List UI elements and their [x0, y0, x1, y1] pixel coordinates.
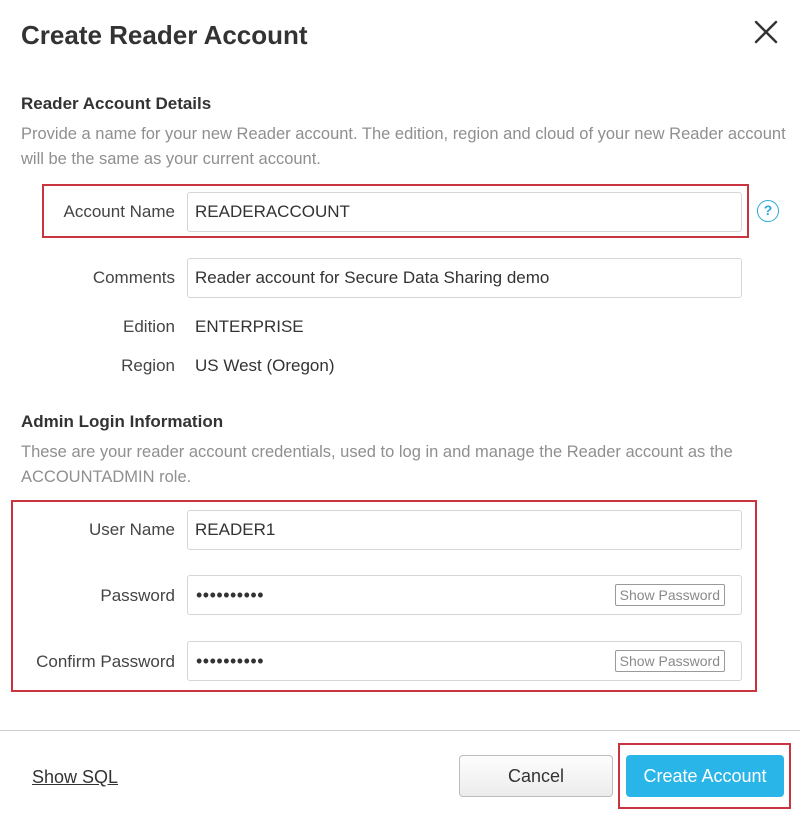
reader-account-details-heading: Reader Account Details	[21, 94, 212, 113]
user-name-field[interactable]	[187, 510, 742, 550]
region-label: Region	[121, 356, 175, 375]
show-password-button[interactable]: Show Password	[614, 584, 725, 606]
region-value: US West (Oregon)	[195, 356, 335, 375]
confirm-password-value: ••••••••••	[196, 651, 265, 671]
account-name-field[interactable]	[187, 192, 742, 232]
comments-input[interactable]	[195, 259, 595, 297]
password-value: ••••••••••	[196, 585, 265, 605]
question-icon[interactable]: ?	[757, 200, 779, 222]
show-sql-link[interactable]: Show SQL	[32, 767, 118, 788]
confirm-password-field[interactable]: •••••••••• Show Password	[187, 641, 742, 681]
dialog-title: Create Reader Account	[21, 20, 308, 50]
footer-divider	[0, 730, 800, 731]
confirm-password-label: Confirm Password	[36, 652, 175, 671]
comments-field[interactable]	[187, 258, 742, 298]
user-name-input[interactable]	[195, 511, 595, 549]
user-name-label: User Name	[89, 520, 175, 539]
create-reader-account-dialog: Create Reader Account Reader Account Det…	[0, 0, 800, 818]
comments-label: Comments	[92, 268, 175, 287]
close-icon[interactable]	[750, 16, 782, 48]
password-label: Password	[100, 586, 175, 605]
admin-login-heading: Admin Login Information	[21, 412, 224, 431]
admin-login-description: These are your reader account credential…	[21, 443, 733, 486]
edition-label: Edition	[123, 317, 175, 336]
cancel-button[interactable]: Cancel	[459, 755, 613, 797]
reader-account-details-description: Provide a name for your new Reader accou…	[21, 125, 786, 168]
create-account-button[interactable]: Create Account	[626, 755, 784, 797]
account-name-label: Account Name	[63, 202, 176, 221]
show-confirm-password-button[interactable]: Show Password	[614, 650, 725, 672]
edition-value: ENTERPRISE	[195, 317, 304, 336]
password-field[interactable]: •••••••••• Show Password	[187, 575, 742, 615]
account-name-input[interactable]	[195, 193, 595, 231]
